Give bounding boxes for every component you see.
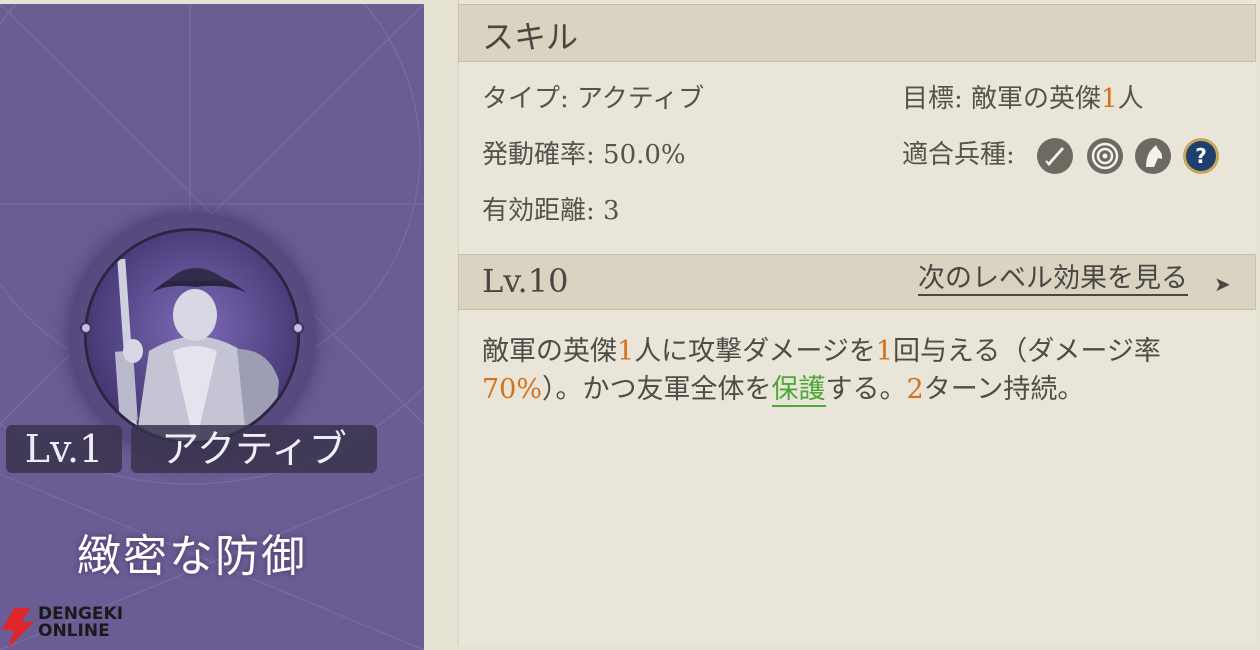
- compatible-units-label: 適合兵種:: [902, 140, 1015, 170]
- skill-type-badge: アクティブ: [131, 425, 377, 473]
- watermark-logo-text: DENGEKI ONLINE: [38, 604, 124, 641]
- activation-rate-row: 発動確率: 50.0%: [482, 140, 686, 170]
- protection-keyword-link[interactable]: 保護: [771, 374, 826, 407]
- skill-name: 緻密な防御: [77, 531, 307, 582]
- skill-type-row: タイプ: アクティブ: [482, 84, 705, 114]
- question-icon[interactable]: ?: [1182, 137, 1220, 175]
- svg-text:?: ?: [1195, 144, 1207, 168]
- target-icon[interactable]: [1086, 137, 1124, 175]
- skill-header-title: スキル: [482, 18, 579, 56]
- level-title: Lv.10: [482, 262, 569, 300]
- skill-description: 敵軍の英傑1人に攻撃ダメージを1回与える（ダメージ率70%）。かつ友軍全体を保護…: [482, 336, 1161, 407]
- next-level-effect-link[interactable]: 次のレベル効果を見る: [918, 264, 1188, 296]
- ring-ornament-left: [80, 322, 92, 334]
- sword-icon[interactable]: [1036, 137, 1074, 175]
- skill-level-badge: Lv.1: [6, 425, 122, 473]
- horse-icon[interactable]: [1134, 137, 1172, 175]
- target-row: 目標: 敵軍の英傑1人: [902, 84, 1144, 114]
- effective-range-row: 有効距離: 3: [482, 196, 620, 226]
- character-portrait: [84, 228, 300, 444]
- ring-ornament-right: [292, 322, 304, 334]
- chevron-right-icon[interactable]: ➤: [1214, 272, 1231, 296]
